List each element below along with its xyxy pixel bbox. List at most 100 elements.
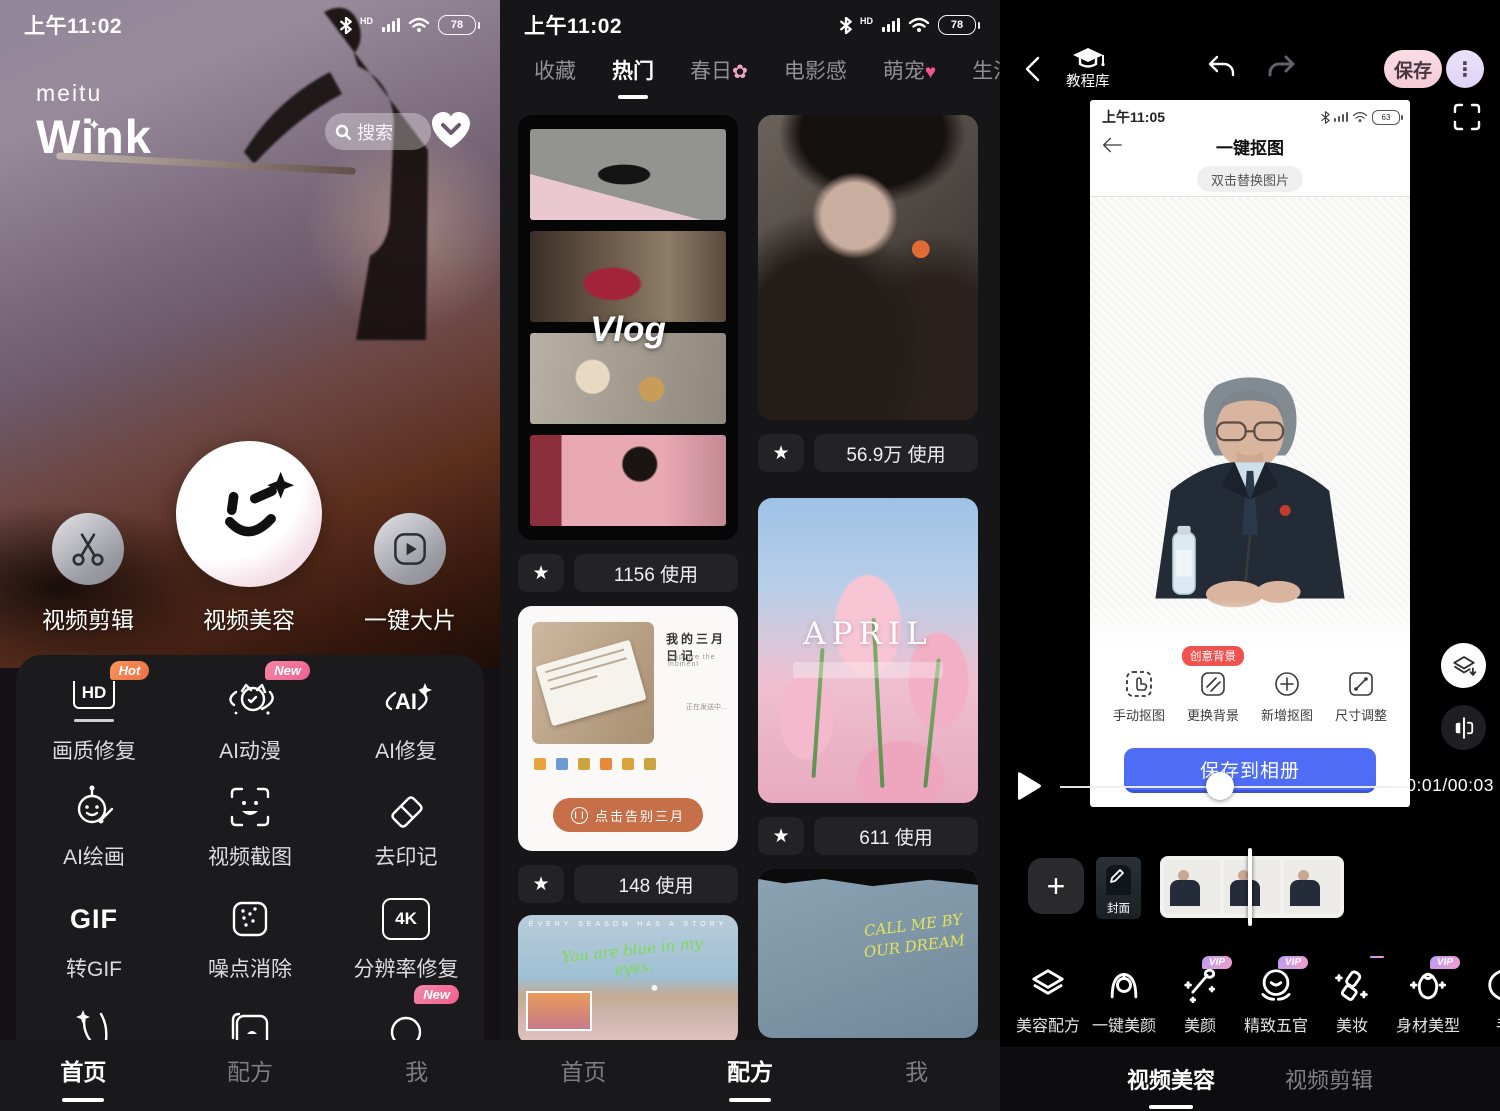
beauty-toolbar: 美容配方 一键美颜 VIP 美颜 VIP 精致五官 <box>1010 966 1500 1036</box>
nav-me[interactable]: 我 <box>333 1040 500 1111</box>
vlog-frame-2 <box>530 231 726 322</box>
feature-partial-2[interactable] <box>172 1001 328 1040</box>
bluetooth-icon <box>840 17 852 34</box>
nav-me[interactable]: 我 <box>833 1040 1000 1111</box>
add-clip-button[interactable]: + <box>1028 858 1084 914</box>
tab-life[interactable]: 生活 <box>972 55 1000 85</box>
nav-home[interactable]: 首页 <box>500 1040 667 1111</box>
march-diary-card[interactable]: 我的三月日记 Capture the moment 正在发送中… ❙❙ 点击告别… <box>518 606 738 851</box>
use-template-button[interactable]: 1156 使用 <box>574 554 738 592</box>
feature-denoise[interactable]: 噪点消除 <box>172 891 328 1001</box>
video-preview[interactable]: 上午11:05 63 一键抠图 双击替换图片 <box>1090 100 1410 807</box>
toolbar-body-shape[interactable]: VIP 身材美型 <box>1390 966 1466 1036</box>
back-icon[interactable] <box>1022 54 1044 84</box>
battery-icon: 78 <box>938 15 976 35</box>
one-click-film-label: 一键大片 <box>330 601 490 635</box>
april-caption-bar <box>793 662 943 678</box>
favorite-star-button[interactable]: ★ <box>518 865 564 903</box>
nav-video-edit[interactable]: 视频剪辑 <box>1285 1063 1373 1095</box>
tutorial-library-button[interactable]: 教程库 <box>1066 46 1110 91</box>
tab-favorites[interactable]: 收藏 <box>534 55 576 85</box>
beauty-brush-icon <box>1181 966 1219 1004</box>
tab-cinematic[interactable]: 电影感 <box>784 55 847 85</box>
usage-row: ★ 148 使用 <box>518 865 738 903</box>
feature-label: 转GIF <box>66 953 122 983</box>
mini-signal-icon <box>1334 112 1348 122</box>
dream-template-card[interactable]: CALL ME BY OUR DREAM <box>758 869 978 1038</box>
april-template-card[interactable]: APRIL <box>758 498 978 803</box>
favorite-star-button[interactable]: ★ <box>758 817 804 855</box>
clip-filmstrip[interactable] <box>1160 856 1344 918</box>
hd-repair-icon: HD <box>73 681 116 709</box>
tab-spring[interactable]: 春日✿ <box>690 55 748 85</box>
video-edit-button[interactable] <box>52 513 124 585</box>
clip-frame <box>1284 860 1340 914</box>
undo-icon[interactable] <box>1205 52 1237 84</box>
march-subtitle: Capture the moment <box>668 654 738 668</box>
feature-partial-1[interactable] <box>16 1001 172 1040</box>
resize-button[interactable]: 尺寸调整 <box>1329 670 1393 724</box>
one-click-film-button[interactable] <box>374 513 446 585</box>
feature-remove-mark[interactable]: 去印记 <box>328 779 484 891</box>
feature-ai-repair[interactable]: AI AI修复 <box>328 673 484 779</box>
manual-cutout-button[interactable]: 手动抠图 <box>1107 670 1171 724</box>
use-template-button[interactable]: 148 使用 <box>574 865 738 903</box>
tab-hot[interactable]: 热门 <box>612 55 654 85</box>
toolbar-beauty[interactable]: VIP 美颜 <box>1162 966 1238 1036</box>
nav-recipes[interactable]: 配方 <box>667 1040 834 1111</box>
use-template-button[interactable]: 611 使用 <box>814 817 978 855</box>
march-cta-button[interactable]: ❙❙ 点击告别三月 <box>553 798 703 832</box>
save-to-album-button[interactable]: 保存到相册 <box>1124 748 1376 790</box>
progress-handle[interactable] <box>1206 772 1234 800</box>
vip-heart-icon[interactable] <box>430 111 472 151</box>
timeline-playhead[interactable] <box>1248 848 1252 926</box>
feature-resolution-repair[interactable]: 4K 分辨率修复 <box>328 891 484 1001</box>
vlog-template-card[interactable]: Vlog <box>518 115 738 540</box>
hot-badge: Hot <box>110 661 150 680</box>
nav-label: 配方 <box>727 1053 773 1087</box>
toolbar-manual-partial[interactable]: 手 <box>1466 966 1500 1036</box>
video-beauty-button[interactable] <box>176 441 322 587</box>
nav-video-beauty[interactable]: 视频美容 <box>1127 1063 1215 1095</box>
nav-home[interactable]: 首页 <box>0 1040 167 1111</box>
status-bar: 上午11:02 HD 78 <box>0 10 500 40</box>
feature-label: 画质修复 <box>52 735 136 765</box>
beach-template-card[interactable]: EVERY SEASON HAS A STORY You are blue in… <box>518 915 738 1045</box>
cover-label: 封面 <box>1096 900 1141 916</box>
add-cutout-button[interactable]: 新增抠图 <box>1255 670 1319 724</box>
feature-to-gif[interactable]: GIF 转GIF <box>16 891 172 1001</box>
vlog-title: Vlog <box>518 310 738 350</box>
layers-export-button[interactable] <box>1441 643 1486 688</box>
cover-thumbnail[interactable]: 封面 <box>1096 857 1141 919</box>
search-input[interactable]: 搜索 <box>325 113 431 150</box>
girl-template-card[interactable] <box>758 115 978 420</box>
favorite-star-button[interactable]: ★ <box>758 434 804 472</box>
feature-ai-draw[interactable]: AI绘画 <box>16 779 172 891</box>
profile-icon <box>383 1006 429 1040</box>
more-menu-button[interactable]: ⋮ <box>1446 50 1484 88</box>
toolbar-beauty-recipe[interactable]: 美容配方 <box>1010 966 1086 1036</box>
tab-pets[interactable]: 萌宠♥ <box>883 55 936 85</box>
feature-video-capture[interactable]: 视频截图 <box>172 779 328 891</box>
compare-icon <box>1452 716 1476 740</box>
feature-ai-anime[interactable]: New AI动漫 <box>172 673 328 779</box>
play-button[interactable] <box>1014 770 1044 802</box>
toolbar-one-click-beauty[interactable]: 一键美颜 <box>1086 966 1162 1036</box>
progress-track[interactable] <box>1060 786 1410 788</box>
use-template-button[interactable]: 56.9万 使用 <box>814 434 978 472</box>
compare-button[interactable] <box>1441 705 1486 750</box>
bluetooth-icon <box>340 17 352 34</box>
fullscreen-icon[interactable] <box>1452 102 1482 132</box>
feature-partial-3[interactable]: New <box>328 1001 484 1040</box>
change-background-button[interactable]: 创意背景 更换背景 <box>1181 670 1245 724</box>
toolbar-fine-features[interactable]: VIP 精致五官 <box>1238 966 1314 1036</box>
toolbar-label: 美容配方 <box>1016 1012 1080 1036</box>
layers-icon <box>1451 653 1477 679</box>
feature-label: 去印记 <box>375 841 438 871</box>
toolbar-makeup[interactable]: 美妆 <box>1314 966 1390 1036</box>
save-button[interactable]: 保存 <box>1384 50 1442 88</box>
redo-icon[interactable] <box>1266 52 1298 84</box>
feature-quality-repair[interactable]: HD Hot 画质修复 <box>16 673 172 779</box>
nav-recipes[interactable]: 配方 <box>167 1040 334 1111</box>
favorite-star-button[interactable]: ★ <box>518 554 564 592</box>
